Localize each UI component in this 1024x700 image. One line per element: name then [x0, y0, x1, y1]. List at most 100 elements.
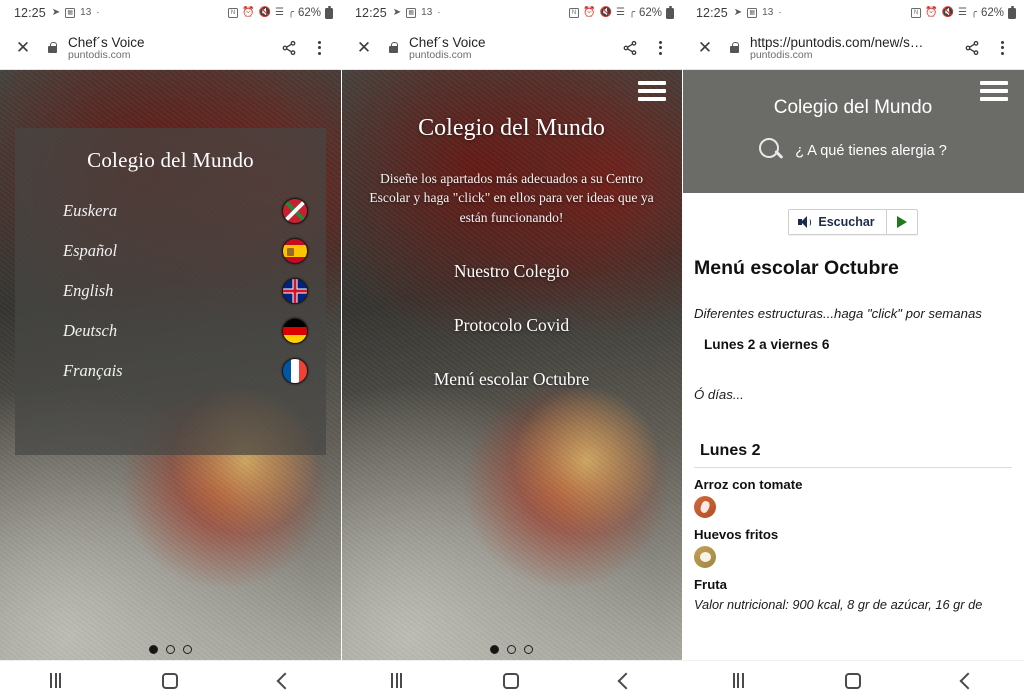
- location-arrow-icon: ➤: [733, 7, 743, 18]
- site-header-3: Colegio del Mundo ¿ A qué tienes alergia…: [682, 70, 1024, 193]
- share-icon[interactable]: [958, 34, 986, 62]
- carousel-dots-1[interactable]: [0, 645, 341, 654]
- recents-icon[interactable]: [391, 673, 403, 688]
- language-list: Euskera Español English Deutsch Français: [15, 191, 326, 391]
- dish-item: Huevos fritos: [694, 527, 1012, 568]
- language-label: Euskera: [63, 201, 118, 220]
- flag-france-icon[interactable]: [282, 358, 308, 384]
- home-icon[interactable]: [502, 672, 519, 689]
- phone-screenshot-2: 12:25 ➤ ▦ 13 · N ⏰ 🔇 ☰ ╭ 62% ✕ Chef´s Vo…: [341, 0, 682, 700]
- share-icon[interactable]: [616, 34, 644, 62]
- language-option-deutsch[interactable]: Deutsch: [15, 311, 326, 351]
- dish-item: Fruta Valor nutricional: 900 kcal, 8 gr …: [694, 577, 1012, 614]
- carousel-dot-2[interactable]: [507, 645, 516, 654]
- flag-basque-icon[interactable]: [282, 198, 308, 224]
- calendar-13-icon: 13: [80, 7, 92, 18]
- alarm-icon: ⏰: [242, 7, 255, 18]
- qr-icon: ▦: [747, 8, 758, 18]
- flag-germany-icon[interactable]: [282, 318, 308, 344]
- carousel-dot-1[interactable]: [490, 645, 499, 654]
- language-label: Deutsch: [63, 321, 118, 340]
- home-icon[interactable]: [844, 672, 861, 689]
- chrome-actions-3: [958, 34, 1016, 62]
- magnifier-icon: [759, 138, 785, 164]
- back-icon[interactable]: [959, 672, 976, 689]
- status-left-icons: ➤ ▦ 13 ·: [52, 8, 100, 18]
- battery-percent: 62%: [638, 7, 662, 19]
- home-icon[interactable]: [161, 672, 178, 689]
- panel-divider-2: [682, 0, 683, 700]
- dish-name: Arroz con tomate: [694, 477, 803, 492]
- language-option-espanol[interactable]: Español: [15, 231, 326, 271]
- gluten-allergen-icon[interactable]: [694, 496, 716, 518]
- listen-button[interactable]: Escuchar: [789, 210, 887, 234]
- carousel-dot-1[interactable]: [149, 645, 158, 654]
- card-title: Colegio del Mundo: [87, 148, 254, 172]
- egg-allergen-icon[interactable]: [694, 546, 716, 568]
- kebab-menu-icon[interactable]: [305, 34, 333, 62]
- wifi-icon: ☰: [957, 7, 967, 18]
- close-icon[interactable]: ✕: [351, 35, 377, 61]
- language-option-euskera[interactable]: Euskera: [15, 191, 326, 231]
- battery-percent: 62%: [297, 7, 321, 19]
- chrome-actions-2: [616, 34, 674, 62]
- url-bar-3[interactable]: https://puntodis.com/new/s… puntodis.com: [750, 35, 958, 61]
- url-bar-1[interactable]: Chef´s Voice puntodis.com: [68, 35, 275, 61]
- back-icon[interactable]: [617, 672, 635, 689]
- carousel-dot-2[interactable]: [166, 645, 175, 654]
- status-right-icons: N ⏰ 🔇 ☰ ╭ 62%: [569, 5, 674, 19]
- status-time: 12:25: [14, 6, 46, 20]
- kebab-menu-icon[interactable]: [988, 34, 1016, 62]
- close-icon[interactable]: ✕: [692, 35, 718, 61]
- flag-spain-icon[interactable]: [282, 238, 308, 264]
- language-option-english[interactable]: English: [15, 271, 326, 311]
- dish-item: Arroz con tomate: [694, 477, 1012, 518]
- page-title: Chef´s Voice: [68, 34, 145, 50]
- back-icon[interactable]: [276, 672, 294, 689]
- mute-icon: 🔇: [599, 7, 612, 18]
- hamburger-menu-icon[interactable]: [980, 81, 1008, 105]
- status-bar-3: 12:25 ➤ ▦ 13 · N ⏰ 🔇 ☰ ╭ 62%: [682, 0, 1024, 26]
- status-left-icons: ➤ ▦ 13 ·: [393, 8, 441, 18]
- three-phone-screenshots: 12:25 ➤ ▦ 13 · N ⏰ 🔇 ☰ ╭ 62% ✕ Chef´s Vo…: [0, 0, 1024, 700]
- location-arrow-icon: ➤: [51, 7, 61, 18]
- listen-widget: Escuchar: [788, 209, 918, 235]
- share-icon[interactable]: [275, 34, 303, 62]
- allergy-label: ¿ A qué tienes alergia ?: [795, 143, 947, 159]
- url-bar-2[interactable]: Chef´s Voice puntodis.com: [409, 35, 616, 61]
- lock-icon: [726, 41, 742, 53]
- hamburger-menu-icon[interactable]: [638, 81, 666, 105]
- battery-icon: [1008, 5, 1016, 19]
- recents-icon[interactable]: [50, 673, 62, 688]
- status-bar-1: 12:25 ➤ ▦ 13 · N ⏰ 🔇 ☰ ╭ 62%: [0, 0, 341, 26]
- site-title: Colegio del Mundo: [773, 97, 933, 118]
- signal-icon: ╭: [628, 7, 635, 18]
- carousel-dot-3[interactable]: [183, 645, 192, 654]
- nfc-icon: N: [911, 8, 922, 18]
- kebab-menu-icon[interactable]: [646, 34, 674, 62]
- play-icon: [896, 216, 907, 228]
- page-title: Chef´s Voice: [409, 34, 486, 50]
- link-protocolo-covid[interactable]: Protocolo Covid: [359, 315, 664, 336]
- nfc-icon: N: [228, 8, 239, 18]
- language-option-francais[interactable]: Français: [15, 351, 326, 391]
- carousel-dot-3[interactable]: [524, 645, 533, 654]
- link-menu-escolar[interactable]: Menú escolar Octubre: [359, 369, 664, 390]
- status-right-icons: N ⏰ 🔇 ☰ ╭ 62%: [228, 5, 333, 19]
- play-button[interactable]: [887, 211, 917, 233]
- carousel-dots-2[interactable]: [341, 645, 682, 654]
- week-link[interactable]: Lunes 2 a viernes 6: [694, 337, 1012, 352]
- page-url: https://puntodis.com/new/s…: [750, 34, 924, 50]
- allergy-link[interactable]: ¿ A qué tienes alergia ?: [682, 138, 1024, 164]
- qr-icon: ▦: [65, 8, 76, 18]
- or-days-label: Ó días...: [694, 387, 744, 402]
- flag-uk-icon[interactable]: [282, 278, 308, 304]
- phone-screenshot-1: 12:25 ➤ ▦ 13 · N ⏰ 🔇 ☰ ╭ 62% ✕ Chef´s Vo…: [0, 0, 341, 700]
- close-icon[interactable]: ✕: [10, 35, 36, 61]
- browser-chrome-1: ✕ Chef´s Voice puntodis.com: [0, 26, 341, 70]
- link-nuestro-colegio[interactable]: Nuestro Colegio: [359, 261, 664, 282]
- wifi-icon: ☰: [274, 7, 284, 18]
- recents-icon[interactable]: [732, 673, 744, 688]
- site-title: Colegio del Mundo: [418, 115, 605, 141]
- listen-label: Escuchar: [818, 215, 875, 229]
